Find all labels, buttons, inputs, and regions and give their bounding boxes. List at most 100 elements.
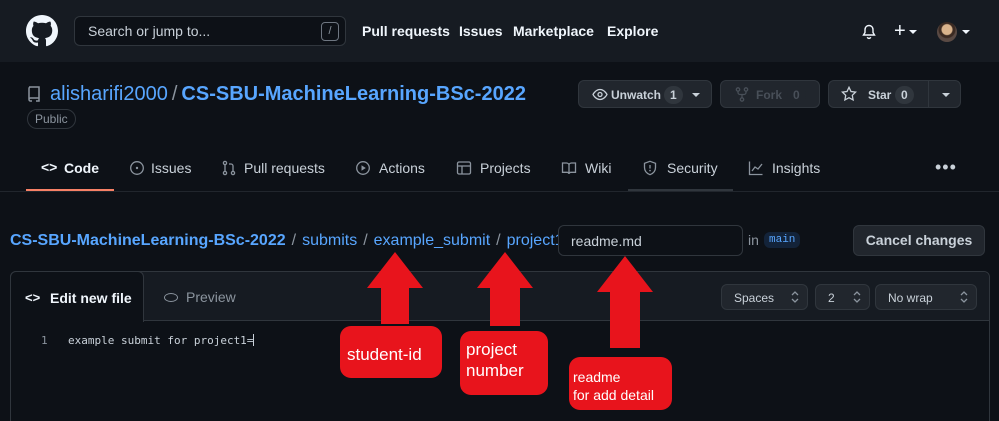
watch-label: Unwatch [611,88,662,102]
repo-name-link[interactable]: CS-SBU-MachineLearning-BSc-2022 [181,83,526,105]
indent-mode-select[interactable]: Spaces [721,284,808,310]
tab-wiki-label: Wiki [585,160,612,176]
tab-actions-label: Actions [379,160,425,176]
play-icon [356,161,370,175]
plus-icon: + [894,20,906,42]
chevron-down-icon[interactable] [962,30,970,34]
annotation-arrow-up-icon [477,252,533,326]
tab-pull-requests[interactable]: Pull requests [212,145,340,191]
tab-wiki[interactable]: Wiki [553,145,623,191]
tab-insights[interactable]: Insights [740,145,830,191]
breadcrumb-project1[interactable]: project1 [507,232,564,249]
create-new-dropdown[interactable]: + [894,20,917,43]
chevron-down-icon[interactable] [942,93,950,97]
global-header: Search or jump to... / Pull requests Iss… [0,0,999,62]
tab-security[interactable]: Security [628,145,733,191]
issue-opened-icon [130,161,144,175]
more-tabs-kebab-icon[interactable]: ••• [935,157,957,178]
watch-count: 1 [664,86,683,104]
tab-issues[interactable]: Issues [120,145,206,191]
tab-edit-new-file[interactable]: <> Edit new file [10,271,144,322]
annotation-student-id: student-id [340,326,442,378]
star-button[interactable]: Star 0 [828,80,961,108]
repo-owner-link[interactable]: alisharifi2000 [50,83,168,105]
eye-icon [164,293,178,302]
annotation-project-number: project number [460,331,548,395]
chevron-down-icon [908,29,917,34]
breadcrumb-submits[interactable]: submits [302,232,357,249]
repo-icon [28,86,40,102]
repo-tabs: <> Code Issues Pull requests Actions Pro… [0,145,999,192]
search-input[interactable]: Search or jump to... / [74,16,346,46]
cancel-changes-button[interactable]: Cancel changes [853,225,985,256]
tab-security-label: Security [667,160,718,176]
tab-preview-label: Preview [186,289,236,305]
select-arrows-icon [960,291,968,303]
code-line[interactable]: example submit for project1= [68,334,255,347]
code-text: example submit for project1= [68,334,254,347]
tab-projects-label: Projects [480,160,531,176]
filename-input[interactable] [558,225,743,256]
in-branch-text: in [748,232,759,248]
notifications-bell-icon[interactable] [861,24,877,40]
nav-explore[interactable]: Explore [607,23,658,39]
fork-count: 0 [787,86,806,104]
watch-button[interactable]: Unwatch 1 [578,80,712,108]
star-count: 0 [895,86,914,104]
wrap-mode-select[interactable]: No wrap [875,284,977,310]
breadcrumb-example-submit[interactable]: example_submit [374,232,491,249]
chevron-down-icon [692,93,700,97]
star-label: Star [868,88,892,102]
tab-issues-label: Issues [151,160,192,176]
annotation-arrow-up-icon [367,252,423,324]
annotation-readme-text: readme for add detail [573,369,654,403]
tab-actions[interactable]: Actions [346,145,436,191]
line-number: 1 [41,334,48,347]
annotation-project-number-text: project number [466,340,524,380]
fork-button[interactable]: Fork 0 [720,80,820,108]
table-icon [456,161,472,175]
nav-marketplace[interactable]: Marketplace [513,23,594,39]
indent-size-select[interactable]: 2 [815,284,870,310]
annotation-arrow-up-icon [597,256,653,348]
annotation-student-id-text: student-id [347,345,422,364]
graph-icon [748,161,763,176]
code-icon: <> [25,290,41,305]
wrap-mode-value: No wrap [888,291,933,305]
star-divider [928,81,929,107]
branch-label: main [764,232,801,248]
visibility-badge: Public [27,109,76,129]
select-arrows-icon [791,291,799,303]
git-pull-request-icon [222,160,236,176]
code-icon: <> [41,159,58,175]
shield-icon [643,160,657,176]
text-cursor [253,334,255,346]
tab-pull-requests-label: Pull requests [244,160,325,176]
tab-preview[interactable]: Preview [164,289,236,305]
star-icon [841,86,857,102]
nav-issues[interactable]: Issues [459,23,503,39]
breadcrumb-separator: / [496,232,501,249]
tab-code-label: Code [64,160,99,176]
fork-icon [735,87,749,102]
indent-size-value: 2 [828,291,835,305]
tab-projects[interactable]: Projects [448,145,540,191]
book-icon [561,162,577,175]
breadcrumb-root[interactable]: CS-SBU-MachineLearning-BSc-2022 [10,232,286,249]
nav-pull-requests[interactable]: Pull requests [362,23,450,39]
search-shortcut-key: / [321,22,339,41]
repo-title: alisharifi2000/CS-SBU-MachineLearning-BS… [50,83,526,106]
breadcrumb-separator: / [291,232,297,249]
tab-edit-new-file-label: Edit new file [50,290,132,306]
tab-insights-label: Insights [772,160,821,176]
breadcrumb: CS-SBU-MachineLearning-BSc-2022 / submits /… [10,232,580,250]
github-logo-icon[interactable] [26,15,58,47]
indent-mode-value: Spaces [734,291,775,305]
select-arrows-icon [853,291,861,303]
tab-code[interactable]: <> Code [26,145,114,191]
eye-icon [592,88,608,101]
search-placeholder: Search or jump to... [88,23,211,39]
fork-label: Fork [756,88,783,102]
annotation-readme: readme for add detail [569,357,672,410]
avatar[interactable] [937,22,957,42]
